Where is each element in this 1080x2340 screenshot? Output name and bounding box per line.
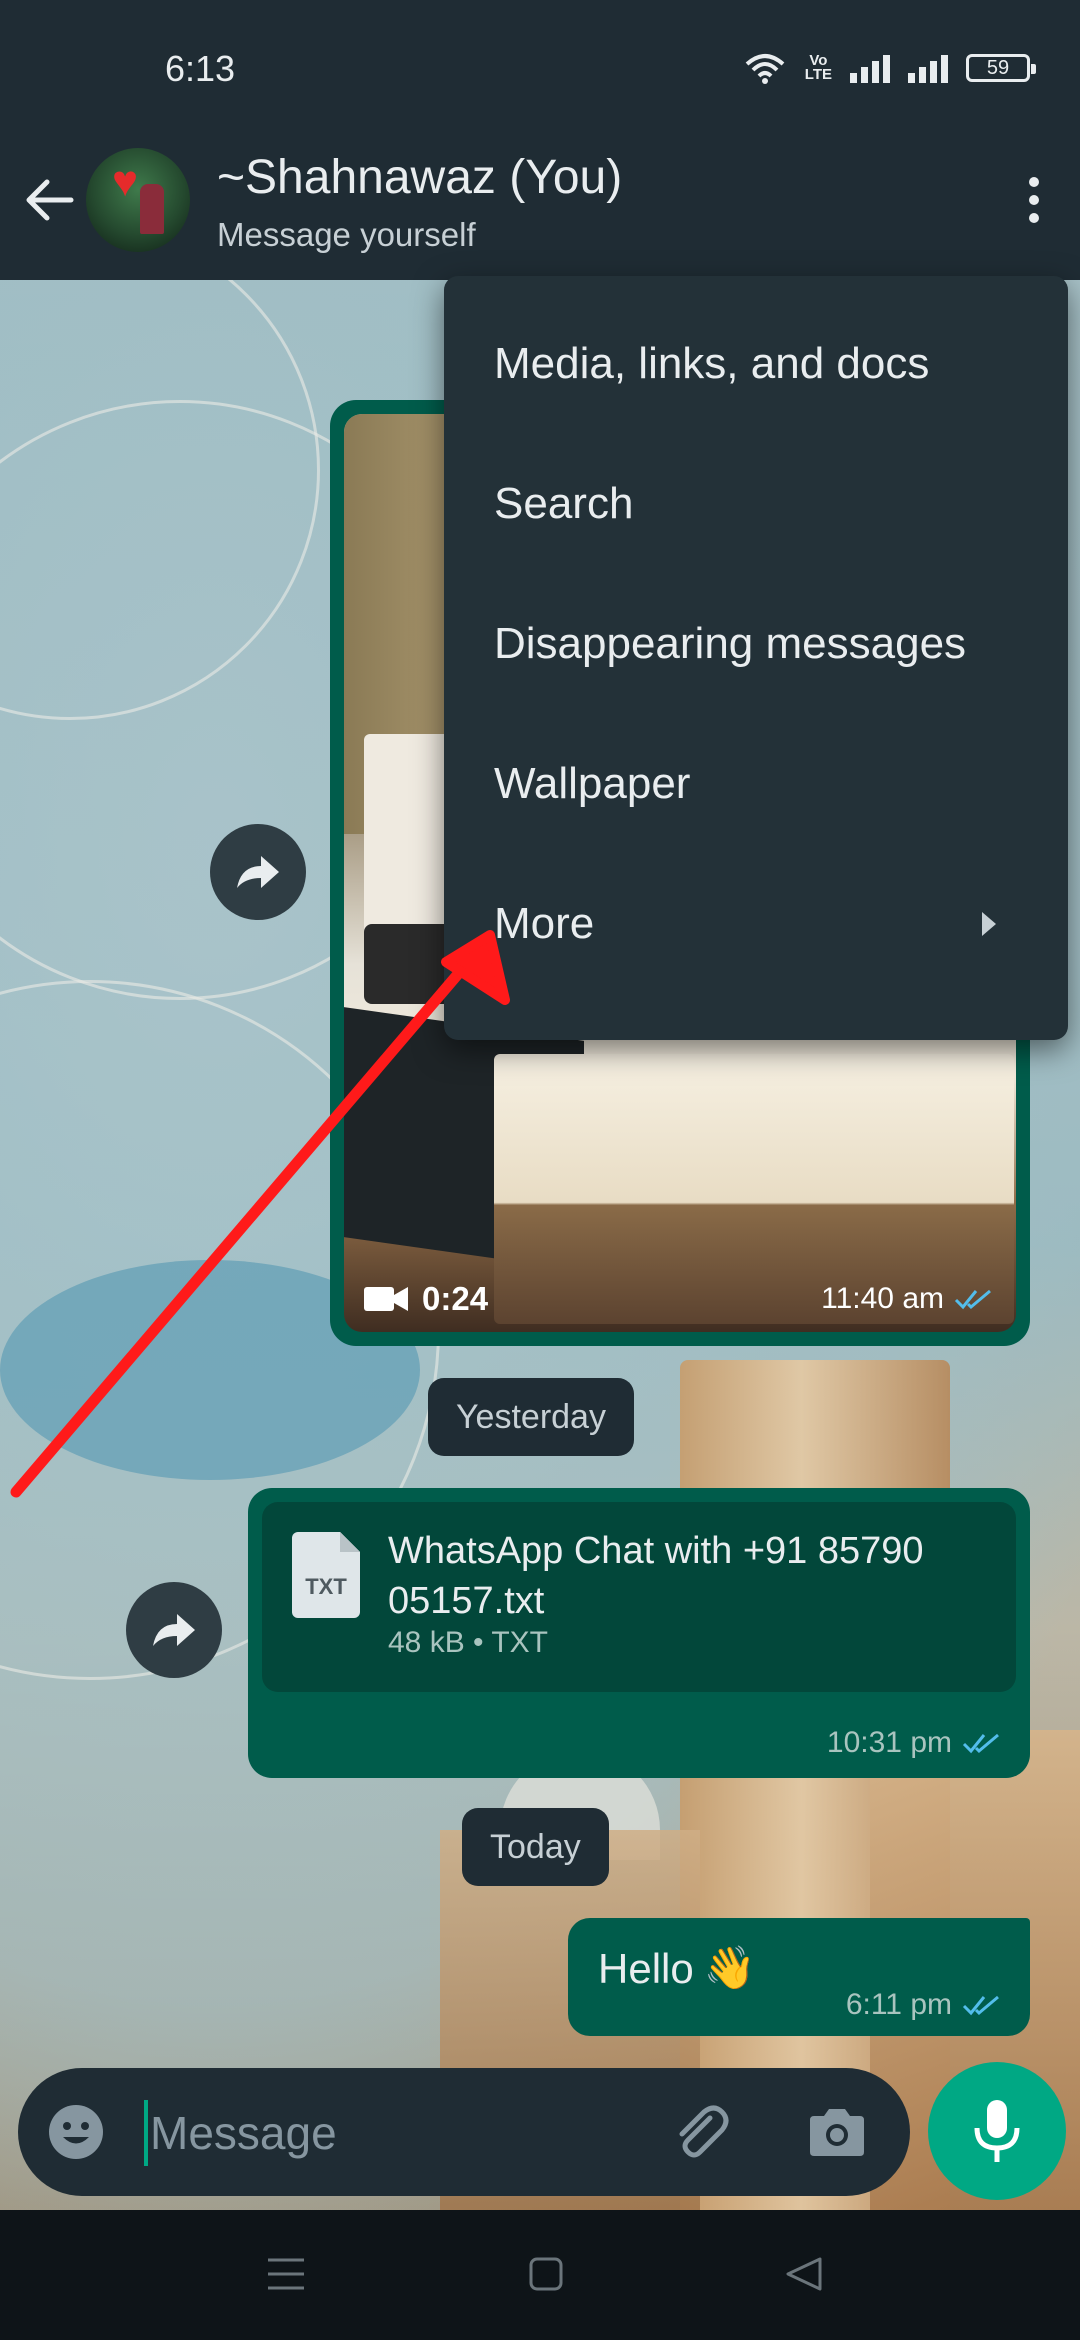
square-icon: [529, 2257, 563, 2291]
emoji-button[interactable]: [46, 2102, 106, 2162]
chat-header: ♥ ~Shahnawaz (You) Message yourself: [0, 140, 1080, 280]
home-button[interactable]: [518, 2246, 574, 2302]
document-message[interactable]: TXT WhatsApp Chat with +91 85790 05157.t…: [248, 1488, 1030, 1778]
wifi-icon: [745, 54, 785, 84]
text-message[interactable]: Hello 👋 6:11 pm: [568, 1918, 1030, 2036]
status-bar: 6:13 Vo LTE 59: [0, 0, 1080, 140]
video-duration: 0:24: [422, 1280, 489, 1317]
video-camera-icon: [364, 1287, 408, 1311]
menu-item-search[interactable]: Search: [444, 434, 1068, 574]
recents-button[interactable]: [258, 2246, 314, 2302]
video-meta: 0:24: [364, 1280, 488, 1318]
menu-item-media-links-docs[interactable]: Media, links, and docs: [444, 294, 1068, 434]
submenu-arrow-icon: [982, 912, 996, 936]
date-chip-yesterday: Yesterday: [428, 1378, 634, 1456]
menu-item-more[interactable]: More: [444, 854, 1068, 994]
menu-lines-icon: [268, 2258, 304, 2290]
document-info: 48 kB • TXT: [388, 1626, 549, 1659]
message-time: 11:40 am: [821, 1282, 994, 1316]
message-time: 6:11 pm: [846, 1988, 1002, 2022]
attach-button[interactable]: [666, 2098, 734, 2166]
read-ticks-icon: [962, 1995, 999, 2016]
emoji-icon: [49, 2105, 103, 2159]
menu-item-more-label: More: [494, 899, 595, 948]
date-chip-today: Today: [462, 1808, 609, 1886]
back-arrow-icon: [26, 179, 74, 221]
forward-button[interactable]: [126, 1582, 222, 1678]
forward-button[interactable]: [210, 824, 306, 920]
mic-button[interactable]: [928, 2062, 1066, 2200]
camera-icon: [810, 2109, 864, 2156]
battery-icon: 59: [966, 54, 1036, 82]
contact-name[interactable]: ~Shahnawaz (You): [217, 150, 622, 205]
message-time: 10:31 pm: [827, 1726, 1002, 1760]
read-ticks-icon: [962, 1733, 999, 1754]
camera-button[interactable]: [804, 2100, 870, 2166]
overflow-menu: Media, links, and docs Search Disappeari…: [444, 276, 1068, 1040]
signal-icon-2: [908, 53, 948, 83]
contact-subtitle: Message yourself: [217, 216, 476, 253]
document-name: WhatsApp Chat with +91 85790 05157.txt: [388, 1530, 924, 1622]
back-button[interactable]: [18, 168, 82, 232]
waving-hand-icon: 👋: [703, 1944, 757, 1991]
back-nav-button[interactable]: [776, 2246, 832, 2302]
status-time: 6:13: [165, 48, 236, 89]
message-composer: [18, 2068, 910, 2196]
forward-icon: [153, 1614, 195, 1646]
system-nav-bar: [0, 2210, 1080, 2340]
more-options-icon[interactable]: [1014, 170, 1054, 230]
txt-file-icon: TXT: [292, 1532, 360, 1618]
volte-indicator: Vo LTE: [804, 52, 832, 83]
menu-item-disappearing-messages[interactable]: Disappearing messages: [444, 574, 1068, 714]
triangle-back-icon: [786, 2257, 822, 2291]
attach-icon: [679, 2105, 729, 2158]
forward-icon: [237, 856, 279, 888]
menu-item-wallpaper[interactable]: Wallpaper: [444, 714, 1068, 854]
avatar[interactable]: ♥: [86, 148, 190, 252]
signal-icon: [850, 53, 890, 83]
message-text: Hello 👋: [598, 1944, 757, 1992]
document-card[interactable]: TXT WhatsApp Chat with +91 85790 05157.t…: [262, 1502, 1016, 1692]
mic-icon: [974, 2100, 1020, 2162]
heart-icon: ♥: [112, 157, 139, 206]
message-input[interactable]: [144, 2090, 664, 2176]
status-icons: Vo LTE 59: [743, 52, 1036, 84]
read-ticks-icon: [954, 1289, 991, 1310]
